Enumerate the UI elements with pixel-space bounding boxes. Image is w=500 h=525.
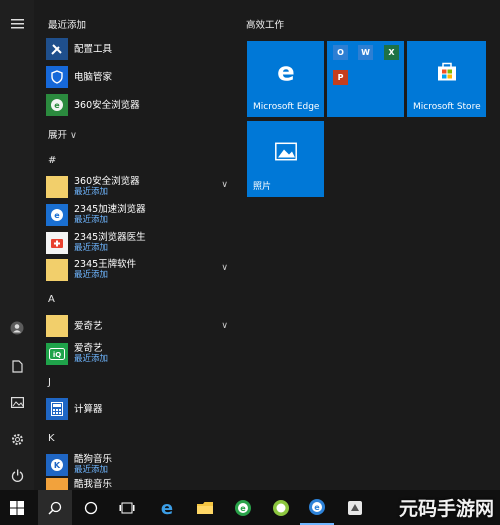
app-taskbar-icon[interactable] xyxy=(338,490,372,525)
app-row-kuwo[interactable]: 酷我音乐 xyxy=(46,478,242,490)
task-view-icon[interactable] xyxy=(110,490,144,525)
app-name: 2345加速浏览器 xyxy=(74,204,146,215)
app-name: 计算器 xyxy=(74,403,103,415)
app-name: 酷我音乐 xyxy=(74,478,113,490)
app-badge: 最近添加 xyxy=(74,243,109,253)
app-name: 酷狗音乐 xyxy=(74,454,113,465)
browser-2345-taskbar-icon[interactable]: e xyxy=(300,490,334,525)
svg-text:e: e xyxy=(54,211,60,220)
chevron-down-icon: ∨ xyxy=(70,130,78,141)
svg-text:e: e xyxy=(240,504,246,513)
iqiyi-icon: iQ xyxy=(46,343,68,365)
folder-icon xyxy=(46,315,68,337)
browser-2345-icon: e xyxy=(46,204,68,226)
svg-text:e: e xyxy=(161,499,173,517)
group-letter-k[interactable]: K xyxy=(48,433,55,444)
photos-icon xyxy=(274,142,297,163)
svg-text:K: K xyxy=(54,461,61,470)
kugou-icon: K xyxy=(46,454,68,476)
svg-text:iQ: iQ xyxy=(53,351,61,359)
powerpoint-icon: P xyxy=(333,70,348,85)
app-badge: 最近添加 xyxy=(74,354,109,364)
tile-edge[interactable]: e Microsoft Edge xyxy=(247,41,324,117)
watermark-logo: 元码手游网 xyxy=(398,498,494,520)
app-row-360-browser-folder[interactable]: 360安全浏览器 最近添加 ∨ xyxy=(46,175,242,199)
app-name: 爱奇艺 xyxy=(74,320,103,332)
svg-text:e: e xyxy=(54,101,60,110)
browser-360-icon: e xyxy=(46,94,68,116)
expand-label: 展开 xyxy=(48,130,68,141)
document-icon[interactable] xyxy=(0,354,34,378)
app-row-2345-doctor[interactable]: 2345浏览器医生 最近添加 xyxy=(46,231,242,255)
store-icon xyxy=(435,60,459,85)
tile-label: 照片 xyxy=(253,182,272,192)
file-explorer-icon[interactable] xyxy=(188,490,222,525)
app-name: 配置工具 xyxy=(74,43,113,55)
tiles-panel: 高效工作 e Microsoft Edge O W X P Microsoft … xyxy=(246,0,500,490)
app-row-2345-software-folder[interactable]: 2345王牌软件 最近添加 ∨ xyxy=(46,258,242,282)
group-letter-hash[interactable]: # xyxy=(48,155,56,166)
edge-taskbar-icon[interactable]: e xyxy=(150,490,184,525)
cortana-icon[interactable] xyxy=(74,490,108,525)
tools-icon xyxy=(46,38,68,60)
word-icon: W xyxy=(358,45,373,60)
tile-office-group[interactable]: O W X P xyxy=(327,41,404,117)
app-name: 360安全浏览器 xyxy=(74,99,140,111)
shield-icon xyxy=(46,66,68,88)
app-list: 最近添加 配置工具 电脑管家 e 360安全浏览器 展开 ∨ # 360安全浏览… xyxy=(36,0,242,490)
power-icon[interactable] xyxy=(0,463,34,487)
tile-store[interactable]: Microsoft Store xyxy=(407,41,486,117)
app-badge: 最近添加 xyxy=(74,215,109,225)
app-name: 360安全浏览器 xyxy=(74,176,140,187)
app-badge: 最近添加 xyxy=(74,270,109,280)
chevron-down-icon[interactable]: ∨ xyxy=(221,263,228,273)
tile-photos[interactable]: 照片 xyxy=(247,121,324,197)
kuwo-icon xyxy=(46,478,68,490)
user-icon[interactable] xyxy=(0,316,34,340)
app-name: 电脑管家 xyxy=(74,71,113,83)
browser-green-taskbar-icon[interactable] xyxy=(264,490,298,525)
start-rail xyxy=(0,0,34,490)
svg-text:e: e xyxy=(277,58,295,84)
recent-item-config-tool[interactable]: 配置工具 xyxy=(46,37,242,61)
calculator-icon xyxy=(46,398,68,420)
search-icon[interactable] xyxy=(38,490,72,525)
recent-item-pc-manager[interactable]: 电脑管家 xyxy=(46,65,242,89)
outlook-icon: O xyxy=(333,45,348,60)
folder-icon xyxy=(46,259,68,281)
hamburger-icon[interactable] xyxy=(0,12,34,36)
recent-section-title: 最近添加 xyxy=(48,20,87,31)
app-badge: 最近添加 xyxy=(74,187,109,197)
chevron-down-icon[interactable]: ∨ xyxy=(221,180,228,190)
excel-icon: X xyxy=(384,45,399,60)
pictures-icon[interactable] xyxy=(0,390,34,414)
browser-360-taskbar-icon[interactable]: e xyxy=(226,490,260,525)
app-badge: 最近添加 xyxy=(74,465,109,475)
svg-text:e: e xyxy=(314,503,320,512)
tile-label: Microsoft Store xyxy=(413,102,481,112)
gear-icon[interactable] xyxy=(0,427,34,451)
windows-start-icon[interactable] xyxy=(0,490,34,525)
first-aid-icon xyxy=(46,232,68,254)
recent-item-360-browser[interactable]: e 360安全浏览器 xyxy=(46,93,242,117)
chevron-down-icon[interactable]: ∨ xyxy=(221,321,228,331)
app-name: 爱奇艺 xyxy=(74,343,103,354)
app-row-iqiyi[interactable]: iQ 爱奇艺 最近添加 xyxy=(46,342,242,366)
edge-icon: e xyxy=(273,57,299,87)
app-name: 2345浏览器医生 xyxy=(74,232,146,243)
folder-icon xyxy=(46,176,68,198)
tiles-group-title: 高效工作 xyxy=(246,20,285,31)
app-row-2345-browser[interactable]: e 2345加速浏览器 最近添加 xyxy=(46,203,242,227)
group-letter-j[interactable]: J xyxy=(48,377,51,388)
tile-label: Microsoft Edge xyxy=(253,102,320,112)
group-letter-a[interactable]: A xyxy=(48,294,55,305)
app-row-iqiyi-folder[interactable]: 爱奇艺 ∨ xyxy=(46,314,242,338)
app-name: 2345王牌软件 xyxy=(74,259,137,270)
app-row-kugou[interactable]: K 酷狗音乐 最近添加 xyxy=(46,453,242,477)
app-row-calculator[interactable]: 计算器 xyxy=(46,397,242,421)
expand-link[interactable]: 展开 ∨ xyxy=(48,127,77,141)
